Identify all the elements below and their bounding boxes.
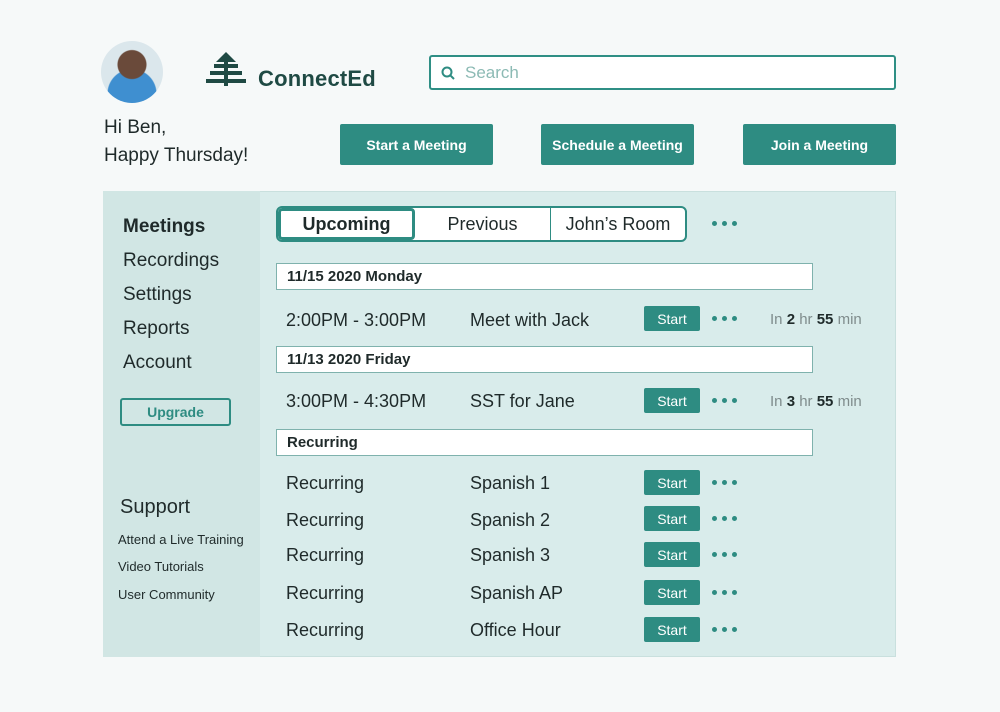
eta-minutes: 55 — [816, 393, 834, 410]
meeting-time: 2:00PM - 3:00PM — [286, 310, 427, 330]
recurring-time: Recurring — [286, 510, 365, 530]
support-title: Support — [120, 496, 191, 518]
search-box[interactable] — [429, 55, 896, 90]
schedule-meeting-button[interactable]: Schedule a Meeting — [541, 124, 694, 165]
more-dots-icon[interactable] — [712, 221, 737, 226]
meeting-eta: In 2 hr 55 min — [770, 311, 862, 328]
upgrade-button[interactable]: Upgrade — [120, 398, 231, 426]
eta-prefix: In — [770, 393, 783, 410]
start-button[interactable]: Start — [644, 470, 700, 495]
sidebar-item-settings[interactable]: Settings — [123, 284, 192, 306]
avatar[interactable] — [101, 41, 163, 103]
pine-tree-icon — [206, 52, 246, 86]
tab-upcoming[interactable]: Upcoming — [278, 208, 415, 240]
recurring-time: Recurring — [286, 583, 365, 603]
start-button[interactable]: Start — [644, 580, 700, 605]
start-button[interactable]: Start — [644, 542, 700, 567]
greeting: Hi Ben, Happy Thursday! — [104, 114, 248, 170]
recurring-title: Spanish 2 — [470, 510, 551, 530]
recurring-title: Spanish AP — [470, 583, 564, 603]
section-header-date-1: 11/15 2020 Monday — [276, 263, 813, 290]
start-button[interactable]: Start — [644, 306, 700, 331]
tab-previous[interactable]: Previous — [415, 208, 551, 240]
meeting-tabs: Upcoming Previous John’s Room — [276, 206, 687, 242]
more-dots-icon[interactable] — [712, 398, 737, 403]
eta-minutes: 55 — [816, 311, 834, 328]
join-meeting-button[interactable]: Join a Meeting — [743, 124, 896, 165]
greeting-line-2: Happy Thursday! — [104, 145, 249, 166]
section-header-recurring: Recurring — [276, 429, 813, 456]
sidebar-item-recordings[interactable]: Recordings — [123, 250, 219, 272]
recurring-title: Office Hour — [470, 620, 561, 640]
support-link-user-community[interactable]: User Community — [118, 587, 215, 602]
start-button[interactable]: Start — [644, 506, 700, 531]
sidebar-item-account[interactable]: Account — [123, 352, 192, 374]
section-header-date-2: 11/13 2020 Friday — [276, 346, 813, 373]
search-input[interactable] — [465, 62, 865, 83]
support-link-live-training[interactable]: Attend a Live Training — [118, 532, 244, 547]
more-dots-icon[interactable] — [712, 316, 737, 321]
search-icon — [441, 66, 455, 80]
sidebar-item-reports[interactable]: Reports — [123, 318, 190, 340]
eta-prefix: In — [770, 311, 783, 328]
eta-minutes-label: min — [837, 393, 862, 410]
recurring-time: Recurring — [286, 545, 365, 565]
support-link-video-tutorials[interactable]: Video Tutorials — [118, 559, 204, 574]
meeting-time: 3:00PM - 4:30PM — [286, 391, 427, 411]
more-dots-icon[interactable] — [712, 516, 737, 521]
meeting-title: SST for Jane — [470, 391, 575, 411]
recurring-title: Spanish 1 — [470, 473, 551, 493]
recurring-time: Recurring — [286, 620, 365, 640]
eta-minutes-label: min — [837, 311, 862, 328]
meeting-eta: In 3 hr 55 min — [770, 393, 862, 410]
eta-hours-label: hr — [799, 311, 813, 328]
sidebar-item-meetings[interactable]: Meetings — [123, 216, 205, 238]
start-button[interactable]: Start — [644, 617, 700, 642]
meeting-title: Meet with Jack — [470, 310, 590, 330]
recurring-title: Spanish 3 — [470, 545, 551, 565]
start-button[interactable]: Start — [644, 388, 700, 413]
tab-johns-room[interactable]: John’s Room — [551, 208, 685, 240]
more-dots-icon[interactable] — [712, 627, 737, 632]
eta-hours: 3 — [786, 393, 796, 410]
more-dots-icon[interactable] — [712, 552, 737, 557]
start-meeting-button[interactable]: Start a Meeting — [340, 124, 493, 165]
recurring-time: Recurring — [286, 473, 365, 493]
eta-hours-label: hr — [799, 393, 813, 410]
more-dots-icon[interactable] — [712, 590, 737, 595]
brand-name: ConnectEd — [258, 66, 376, 91]
greeting-line-1: Hi Ben, — [104, 117, 167, 138]
more-dots-icon[interactable] — [712, 480, 737, 485]
eta-hours: 2 — [786, 311, 796, 328]
